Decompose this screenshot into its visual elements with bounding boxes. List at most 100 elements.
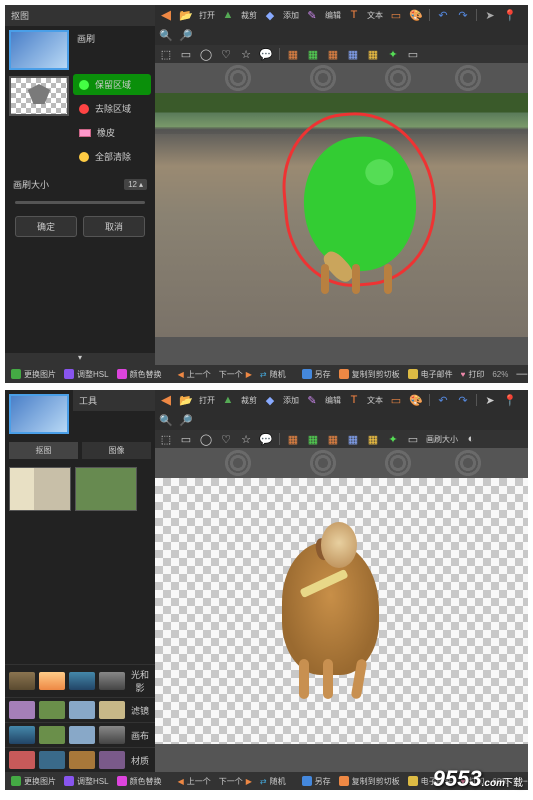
sb-save[interactable]: 另存 bbox=[302, 776, 331, 787]
thumbnail-bg[interactable] bbox=[9, 394, 69, 434]
sb-copy[interactable]: 复制到剪切板 bbox=[339, 369, 400, 380]
canvas-view-top[interactable] bbox=[155, 93, 528, 337]
zoom-slider-icon[interactable]: — bbox=[516, 367, 527, 381]
fx2-icon[interactable]: ▦ bbox=[306, 47, 320, 61]
dot-icon-green bbox=[79, 80, 89, 90]
fx3-icon[interactable]: ▦ bbox=[326, 47, 340, 61]
open-icon[interactable]: 📂 bbox=[179, 8, 193, 22]
brush-keep[interactable]: 保留区域 bbox=[73, 74, 151, 95]
wand-icon[interactable]: ✦ bbox=[386, 432, 400, 446]
add-icon[interactable]: ◆ bbox=[263, 8, 277, 22]
back-icon[interactable]: ◀ bbox=[159, 8, 173, 22]
maskrect-icon[interactable]: ▭ bbox=[406, 47, 420, 61]
text-icon[interactable]: T bbox=[347, 393, 361, 407]
dog-cutout[interactable] bbox=[282, 542, 379, 675]
wand-icon[interactable]: ✦ bbox=[386, 47, 400, 61]
brush-size-slider[interactable] bbox=[15, 201, 145, 204]
select-icon[interactable]: ⬚ bbox=[159, 47, 173, 61]
redo-icon[interactable]: ↷ bbox=[456, 8, 470, 22]
frame-icon[interactable]: ▭ bbox=[389, 8, 403, 22]
add-icon[interactable]: ◆ bbox=[263, 393, 277, 407]
sb-copy[interactable]: 复制到剪切板 bbox=[339, 776, 400, 787]
tab-cutout[interactable]: 抠图 bbox=[9, 442, 78, 459]
text-icon[interactable]: T bbox=[347, 8, 361, 22]
fx2-icon[interactable]: ▦ bbox=[306, 432, 320, 446]
cutout-thumb-1[interactable] bbox=[9, 467, 71, 511]
palette-icon[interactable]: 🎨 bbox=[409, 393, 423, 407]
cursor-icon[interactable]: ➤ bbox=[483, 393, 497, 407]
fx3-icon[interactable]: ▦ bbox=[326, 432, 340, 446]
image-icon[interactable]: ▲ bbox=[221, 393, 235, 407]
frame-icon[interactable]: ▭ bbox=[389, 393, 403, 407]
fx5-icon[interactable]: ▦ bbox=[366, 47, 380, 61]
fx4-icon[interactable]: ▦ bbox=[346, 47, 360, 61]
edit-icon[interactable]: ✎ bbox=[305, 8, 319, 22]
zoomout-icon[interactable]: 🔎 bbox=[179, 28, 193, 42]
brush-clear[interactable]: 全部清除 bbox=[73, 146, 151, 167]
open-icon[interactable]: 📂 bbox=[179, 393, 193, 407]
edit-icon[interactable]: ✎ bbox=[305, 393, 319, 407]
sb-hsl[interactable]: 调整HSL bbox=[64, 776, 109, 787]
sb-prev[interactable]: ◀上一个 bbox=[178, 776, 211, 787]
fx1-icon[interactable]: ▦ bbox=[286, 432, 300, 446]
zoomin-icon[interactable]: 🔍 bbox=[159, 413, 173, 427]
shape-toolbar-top: ⬚ ▭ ◯ ♡ ☆ 💬 ▦ ▦ ▦ ▦ ▦ ✦ ▭ bbox=[155, 45, 528, 63]
zoomin-icon[interactable]: 🔍 bbox=[159, 28, 173, 42]
sb-save[interactable]: 另存 bbox=[302, 369, 331, 380]
tab-image[interactable]: 图像 bbox=[82, 442, 151, 459]
sb-print[interactable]: ♥打印 bbox=[461, 369, 485, 380]
sb-prev[interactable]: ◀上一个 bbox=[178, 369, 211, 380]
star-icon[interactable]: ☆ bbox=[239, 47, 253, 61]
effect-row-canvas[interactable]: 画布 bbox=[5, 722, 155, 747]
canvas-view-bottom[interactable] bbox=[155, 478, 528, 744]
brush-remove[interactable]: 去除区域 bbox=[73, 98, 151, 119]
undo-icon[interactable]: ↶ bbox=[436, 8, 450, 22]
fx1-icon[interactable]: ▦ bbox=[286, 47, 300, 61]
fx5-icon[interactable]: ▦ bbox=[366, 432, 380, 446]
circle-icon[interactable]: ◯ bbox=[199, 432, 213, 446]
effect-row-material[interactable]: 材质 bbox=[5, 747, 155, 772]
sb-random[interactable]: ⇄随机 bbox=[260, 776, 286, 787]
sb-color[interactable]: 颜色替换 bbox=[117, 776, 162, 787]
heart-icon[interactable]: ♡ bbox=[219, 47, 233, 61]
undo-icon[interactable]: ↶ bbox=[436, 393, 450, 407]
stepper-icon[interactable]: ◐ bbox=[464, 432, 478, 446]
cursor-icon[interactable]: ➤ bbox=[483, 8, 497, 22]
redo-icon[interactable]: ↷ bbox=[456, 393, 470, 407]
effect-row-filter[interactable]: 滤镜 bbox=[5, 697, 155, 722]
sb-next[interactable]: 下一个▶ bbox=[219, 776, 252, 787]
rect-icon[interactable]: ▭ bbox=[179, 432, 193, 446]
sb-mail[interactable]: 电子邮件 bbox=[408, 369, 453, 380]
pin-icon[interactable]: 📍 bbox=[503, 393, 517, 407]
select-icon[interactable]: ⬚ bbox=[159, 432, 173, 446]
sidebar-collapse-top[interactable]: ▾ bbox=[5, 353, 155, 365]
bubble-icon[interactable]: 💬 bbox=[259, 432, 273, 446]
sb-swap[interactable]: 更换图片 bbox=[11, 776, 56, 787]
sb-next[interactable]: 下一个▶ bbox=[219, 369, 252, 380]
back-icon[interactable]: ◀ bbox=[159, 393, 173, 407]
circle-icon[interactable]: ◯ bbox=[199, 47, 213, 61]
effect-row-light[interactable]: 光和影 bbox=[5, 664, 155, 697]
thumbnail-result[interactable] bbox=[9, 76, 69, 116]
frisbee bbox=[364, 158, 394, 186]
brush-eraser[interactable]: 橡皮 bbox=[73, 122, 151, 143]
cutout-thumb-2[interactable] bbox=[75, 467, 137, 511]
fx4-icon[interactable]: ▦ bbox=[346, 432, 360, 446]
cancel-button[interactable]: 取消 bbox=[83, 216, 145, 237]
star-icon[interactable]: ☆ bbox=[239, 432, 253, 446]
pin-icon[interactable]: 📍 bbox=[503, 8, 517, 22]
sb-hsl[interactable]: 调整HSL bbox=[64, 369, 109, 380]
rect-icon[interactable]: ▭ bbox=[179, 47, 193, 61]
maskrect-icon[interactable]: ▭ bbox=[406, 432, 420, 446]
bubble-icon[interactable]: 💬 bbox=[259, 47, 273, 61]
palette-icon[interactable]: 🎨 bbox=[409, 8, 423, 22]
sb-random[interactable]: ⇄随机 bbox=[260, 369, 286, 380]
confirm-button[interactable]: 确定 bbox=[15, 216, 77, 237]
sb-swap[interactable]: 更换图片 bbox=[11, 369, 56, 380]
image-icon[interactable]: ▲ bbox=[221, 8, 235, 22]
sb-color[interactable]: 颜色替换 bbox=[117, 369, 162, 380]
brush-size-stepper[interactable]: 12▴ bbox=[124, 179, 147, 190]
zoomout-icon[interactable]: 🔎 bbox=[179, 413, 193, 427]
thumbnail-source[interactable] bbox=[9, 30, 69, 70]
heart-icon[interactable]: ♡ bbox=[219, 432, 233, 446]
